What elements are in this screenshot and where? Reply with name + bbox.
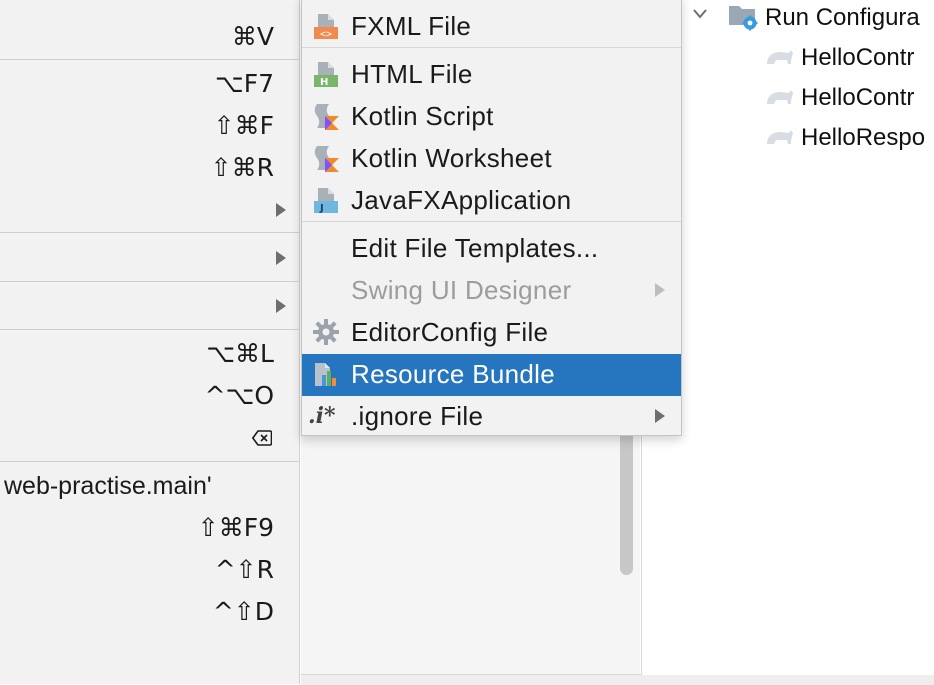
menu-item-edit-file-templates[interactable]: Edit File Templates... bbox=[302, 228, 681, 268]
menu-separator bbox=[0, 461, 300, 462]
javafx-file-icon: J bbox=[314, 188, 338, 214]
menu-separator bbox=[0, 232, 300, 233]
menu-item-submenu-1[interactable] bbox=[0, 189, 300, 231]
menu-item-resource-bundle[interactable]: Resource Bundle bbox=[302, 354, 681, 396]
http-request-icon bbox=[767, 130, 793, 144]
menu-item-reformat-code[interactable]: ⌥⌘L bbox=[0, 333, 300, 375]
chevron-down-icon[interactable] bbox=[692, 8, 708, 20]
menu-item-label: Kotlin Script bbox=[351, 101, 494, 131]
svg-text:H: H bbox=[320, 77, 328, 88]
menu-item-label: Swing UI Designer bbox=[351, 275, 572, 305]
shortcut-label: ⇧⌘R bbox=[210, 153, 274, 182]
bottom-status-strip bbox=[301, 674, 934, 685]
svg-text:<>: <> bbox=[320, 29, 332, 40]
submenu-arrow-icon bbox=[276, 251, 286, 265]
tree-folder-run-configurations[interactable]: Run Configura bbox=[642, 0, 934, 36]
shortcut-label: ⌥F7 bbox=[214, 69, 274, 98]
shortcut-label: ^⇧R bbox=[214, 555, 274, 584]
submenu-arrow-icon bbox=[655, 409, 665, 423]
menu-item-build-module[interactable]: ⇧⌘F9 bbox=[0, 507, 300, 549]
shortcut-label: ^⇧D bbox=[212, 597, 274, 626]
menu-item-swing-ui-designer: Swing UI Designer bbox=[302, 270, 681, 310]
shortcut-label: ⇧⌘F bbox=[213, 111, 274, 140]
menu-item-ignore-file[interactable]: .i* .ignore File bbox=[302, 396, 681, 436]
clear-input-icon bbox=[252, 430, 272, 446]
menu-separator bbox=[302, 221, 681, 222]
parent-context-menu: ⌘V ⌥F7 ⇧⌘F ⇧⌘R ⌥⌘L ^⌥O web-practise.main… bbox=[0, 0, 300, 684]
menu-item-label: Resource Bundle bbox=[351, 359, 555, 389]
menu-item-debug[interactable]: ^⇧D bbox=[0, 591, 300, 633]
tree-item-label: HelloRespo bbox=[801, 124, 926, 151]
tree-folder-label: Run Configura bbox=[765, 4, 920, 31]
menu-item-label: FXML File bbox=[351, 11, 472, 41]
menu-item-submenu-2[interactable] bbox=[0, 237, 300, 279]
ignore-file-icon: .i* bbox=[308, 403, 336, 429]
menu-separator bbox=[0, 281, 300, 282]
menu-item-run[interactable]: ^⇧R bbox=[0, 549, 300, 591]
tree-item-label: HelloContr bbox=[801, 44, 915, 71]
http-request-icon bbox=[767, 90, 793, 104]
submenu-arrow-icon bbox=[276, 203, 286, 217]
menu-item-delete[interactable] bbox=[0, 417, 300, 459]
kotlin-script-icon bbox=[314, 104, 339, 130]
shortcut-label: ⇧⌘F9 bbox=[197, 513, 274, 542]
menu-item-submenu-3[interactable] bbox=[0, 285, 300, 327]
menu-item-replace-in-files[interactable]: ⇧⌘R bbox=[0, 147, 300, 189]
menu-item-find-in-files[interactable]: ⇧⌘F bbox=[0, 105, 300, 147]
menu-item-kotlin-script[interactable]: Kotlin Script bbox=[302, 96, 681, 136]
new-file-submenu: <> FXML File H HTML File Kotlin Script K… bbox=[301, 0, 682, 436]
menu-item-javafx-application[interactable]: J JavaFXApplication bbox=[302, 180, 681, 220]
run-config-folder-icon bbox=[729, 6, 758, 31]
tree-item-http-request[interactable]: HelloContr bbox=[642, 40, 934, 76]
tree-item-http-request[interactable]: HelloContr bbox=[642, 80, 934, 116]
tree-item-label: HelloContr bbox=[801, 84, 915, 111]
menu-separator bbox=[0, 59, 300, 60]
html-file-icon: H bbox=[314, 62, 338, 88]
menu-item-kotlin-worksheet[interactable]: Kotlin Worksheet bbox=[302, 138, 681, 178]
menu-item-editorconfig-file[interactable]: EditorConfig File bbox=[302, 312, 681, 352]
resource-bundle-icon bbox=[315, 363, 336, 386]
shortcut-label: ^⌥O bbox=[204, 381, 274, 410]
fxml-file-icon: <> bbox=[314, 14, 338, 40]
vertical-scrollbar[interactable] bbox=[620, 420, 633, 575]
menu-item-label: HTML File bbox=[351, 59, 473, 89]
menu-item-find-usages[interactable]: ⌥F7 bbox=[0, 63, 300, 105]
menu-item-run-main[interactable]: web-practise.main' bbox=[0, 465, 300, 507]
menu-item-html-file[interactable]: H HTML File bbox=[302, 54, 681, 94]
svg-text:J: J bbox=[319, 203, 324, 214]
menu-item-fxml-file[interactable]: <> FXML File bbox=[302, 6, 681, 46]
menu-item-label: Kotlin Worksheet bbox=[351, 143, 552, 173]
tree-item-http-request[interactable]: HelloRespo bbox=[642, 120, 934, 156]
menu-item-optimize-imports[interactable]: ^⌥O bbox=[0, 375, 300, 417]
submenu-arrow-icon bbox=[655, 283, 665, 297]
http-request-icon bbox=[767, 50, 793, 64]
menu-item-label: JavaFXApplication bbox=[351, 185, 572, 215]
menu-separator bbox=[302, 47, 681, 48]
menu-item-label: web-practise.main' bbox=[4, 472, 212, 500]
shortcut-label: ⌥⌘L bbox=[206, 339, 274, 368]
menu-item-label: .ignore File bbox=[351, 401, 484, 431]
menu-item-label: EditorConfig File bbox=[351, 317, 549, 347]
project-tree-panel: Run Configura HelloContr HelloContr Hell… bbox=[641, 0, 934, 675]
kotlin-worksheet-icon bbox=[314, 146, 339, 172]
submenu-arrow-icon bbox=[276, 299, 286, 313]
gear-icon bbox=[313, 319, 339, 345]
menu-separator bbox=[0, 329, 300, 330]
menu-item-label: Edit File Templates... bbox=[351, 233, 599, 263]
shortcut-label: ⌘V bbox=[231, 22, 274, 51]
menu-item-paste[interactable]: ⌘V bbox=[0, 16, 300, 58]
